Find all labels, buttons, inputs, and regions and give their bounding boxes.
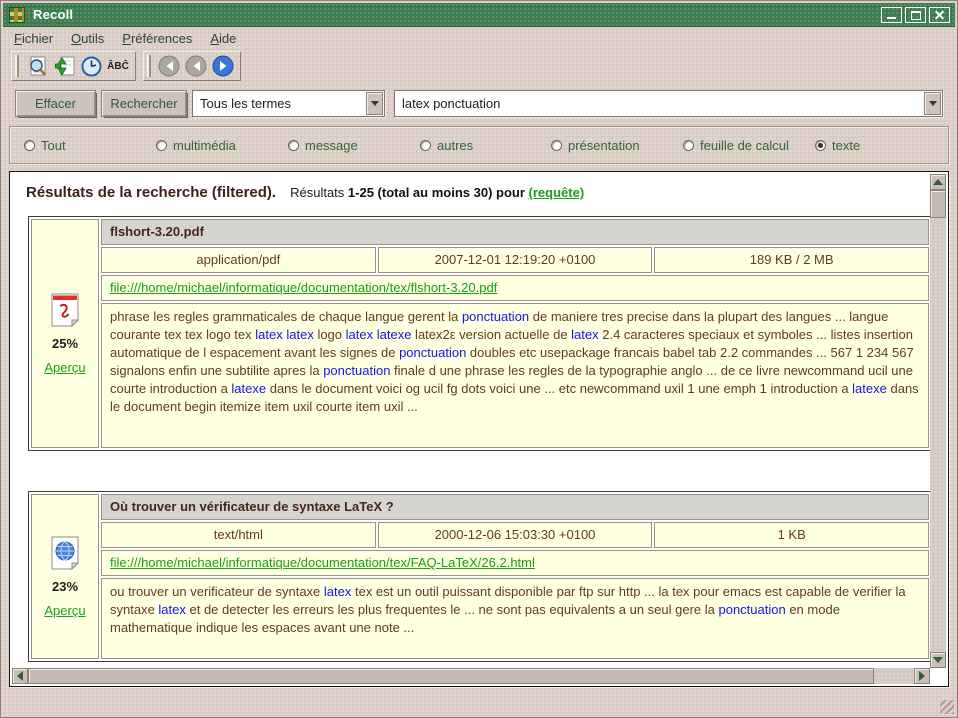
filter-multimedia[interactable]: multimédia: [156, 127, 236, 163]
menu-fichier[interactable]: Fichier: [11, 29, 56, 48]
search-query-combo[interactable]: latex ponctuation: [394, 90, 943, 117]
close-icon: [930, 8, 949, 22]
result-snippet: ou trouver un verificateur de syntaxe la…: [101, 578, 929, 659]
toolbar-main-group: ÂBĈ: [11, 51, 136, 81]
result-meta-row: text/html 2000-12-06 15:03:30 +0100 1 KB: [101, 522, 929, 548]
window-controls: [881, 7, 955, 23]
radio-icon[interactable]: [156, 140, 167, 151]
scroll-up-button[interactable]: [930, 174, 946, 190]
update-index-icon[interactable]: [52, 54, 76, 78]
search-input[interactable]: latex ponctuation: [395, 96, 924, 111]
results-count: 1-25 (total au moins 30) pour: [348, 185, 525, 200]
results-count-prefix: Résultats: [290, 185, 344, 200]
vertical-scrollbar[interactable]: [930, 174, 946, 668]
result-item: 23% Aperçu Où trouver un vérificateur de…: [28, 491, 930, 662]
search-mode-select[interactable]: Tous les termes: [192, 90, 385, 117]
filter-message[interactable]: message: [288, 127, 358, 163]
next-page-icon[interactable]: [211, 54, 235, 78]
scroll-down-button[interactable]: [930, 652, 946, 668]
menu-outils[interactable]: Outils: [68, 29, 107, 48]
minimize-button[interactable]: [881, 7, 902, 23]
recoll-window: Recoll Fichier Outils Préférences Aide: [0, 0, 958, 718]
radio-icon[interactable]: [683, 140, 694, 151]
radio-icon[interactable]: [420, 140, 431, 151]
first-page-icon[interactable]: [157, 54, 181, 78]
search-button[interactable]: Rechercher: [101, 90, 187, 117]
pdf-document-icon: [50, 293, 80, 327]
radio-icon[interactable]: [24, 140, 35, 151]
result-side-panel: 25% Aperçu: [31, 219, 99, 448]
radio-icon[interactable]: [815, 140, 826, 151]
menu-aide[interactable]: Aide: [207, 29, 239, 48]
previous-page-icon[interactable]: [184, 54, 208, 78]
radio-icon[interactable]: [288, 140, 299, 151]
result-url-link[interactable]: file:///home/michael/informatique/docume…: [110, 555, 535, 570]
sort-by-date-icon[interactable]: [79, 54, 103, 78]
results-frame: Résultats de la recherche (filtered). Rés…: [9, 171, 949, 687]
results-header: Résultats de la recherche (filtered). Rés…: [26, 184, 930, 201]
resize-grip[interactable]: [940, 700, 954, 714]
result-side-panel: 23% Aperçu: [31, 494, 99, 659]
maximize-button[interactable]: [905, 7, 926, 23]
result-mime: application/pdf: [101, 247, 376, 273]
category-filter-group: Tout multimédia message autres présentat…: [9, 126, 949, 164]
vertical-scrollbar-thumb[interactable]: [930, 190, 946, 218]
filter-autres[interactable]: autres: [420, 127, 473, 163]
arrow-right-icon: [919, 671, 930, 681]
menu-preferences[interactable]: Préférences: [119, 29, 195, 48]
result-details: flshort-3.20.pdf application/pdf 2007-12…: [101, 219, 929, 448]
result-size: 1 KB: [654, 522, 929, 548]
arrow-down-icon: [933, 657, 943, 668]
radio-icon[interactable]: [551, 140, 562, 151]
preview-link[interactable]: Aperçu: [44, 360, 85, 375]
filter-tout[interactable]: Tout: [24, 127, 66, 163]
filter-texte[interactable]: texte: [815, 127, 860, 163]
result-item: 25% Aperçu flshort-3.20.pdf application/…: [28, 216, 930, 451]
results-title: Résultats de la recherche (filtered).: [26, 184, 276, 201]
result-title: flshort-3.20.pdf: [101, 219, 929, 245]
results-list: Résultats de la recherche (filtered). Rés…: [12, 174, 930, 668]
result-snippet: phrase les regles grammaticales de chaqu…: [101, 303, 929, 448]
search-mode-value: Tous les termes: [193, 96, 366, 111]
arrow-up-icon: [933, 174, 943, 185]
menubar: Fichier Outils Préférences Aide: [3, 28, 955, 49]
result-date: 2007-12-01 12:19:20 +0100: [378, 247, 653, 273]
toolbar-handle[interactable]: [147, 55, 151, 77]
maximize-icon: [911, 11, 921, 20]
clear-button[interactable]: Effacer: [15, 90, 96, 117]
chevron-down-icon[interactable]: [366, 92, 383, 115]
titlebar: Recoll: [3, 3, 955, 27]
result-mime: text/html: [101, 522, 376, 548]
term-explorer-icon[interactable]: ÂBĈ: [106, 54, 130, 78]
horizontal-scrollbar[interactable]: [12, 668, 930, 684]
minimize-icon: [887, 17, 896, 19]
result-date: 2000-12-06 15:03:30 +0100: [378, 522, 653, 548]
result-details: Où trouver un vérificateur de syntaxe La…: [101, 494, 929, 659]
query-link[interactable]: (requête): [529, 185, 585, 200]
toolbar-nav-group: [143, 51, 241, 81]
toolbar-handle[interactable]: [15, 55, 19, 77]
result-url-row: file:///home/michael/informatique/docume…: [101, 550, 929, 576]
scroll-left-button[interactable]: [12, 668, 28, 684]
window-title: Recoll: [33, 7, 73, 22]
result-url-link[interactable]: file:///home/michael/informatique/docume…: [110, 280, 497, 295]
chevron-down-icon[interactable]: [924, 92, 941, 115]
filter-presentation[interactable]: présentation: [551, 127, 640, 163]
result-url-row: file:///home/michael/informatique/docume…: [101, 275, 929, 301]
relevance-percent: 23%: [52, 579, 78, 594]
result-size: 189 KB / 2 MB: [654, 247, 929, 273]
horizontal-scrollbar-thumb[interactable]: [28, 668, 874, 684]
close-button[interactable]: [929, 7, 950, 23]
scroll-right-button[interactable]: [914, 668, 930, 684]
html-document-icon: [50, 536, 80, 570]
preview-link[interactable]: Aperçu: [44, 603, 85, 618]
result-meta-row: application/pdf 2007-12-01 12:19:20 +010…: [101, 247, 929, 273]
arrow-left-icon: [12, 671, 23, 681]
document-preview-icon[interactable]: [25, 54, 49, 78]
result-title: Où trouver un vérificateur de syntaxe La…: [101, 494, 929, 520]
filter-feuille-de-calcul[interactable]: feuille de calcul: [683, 127, 789, 163]
recoll-app-icon: [9, 7, 25, 23]
relevance-percent: 25%: [52, 336, 78, 351]
